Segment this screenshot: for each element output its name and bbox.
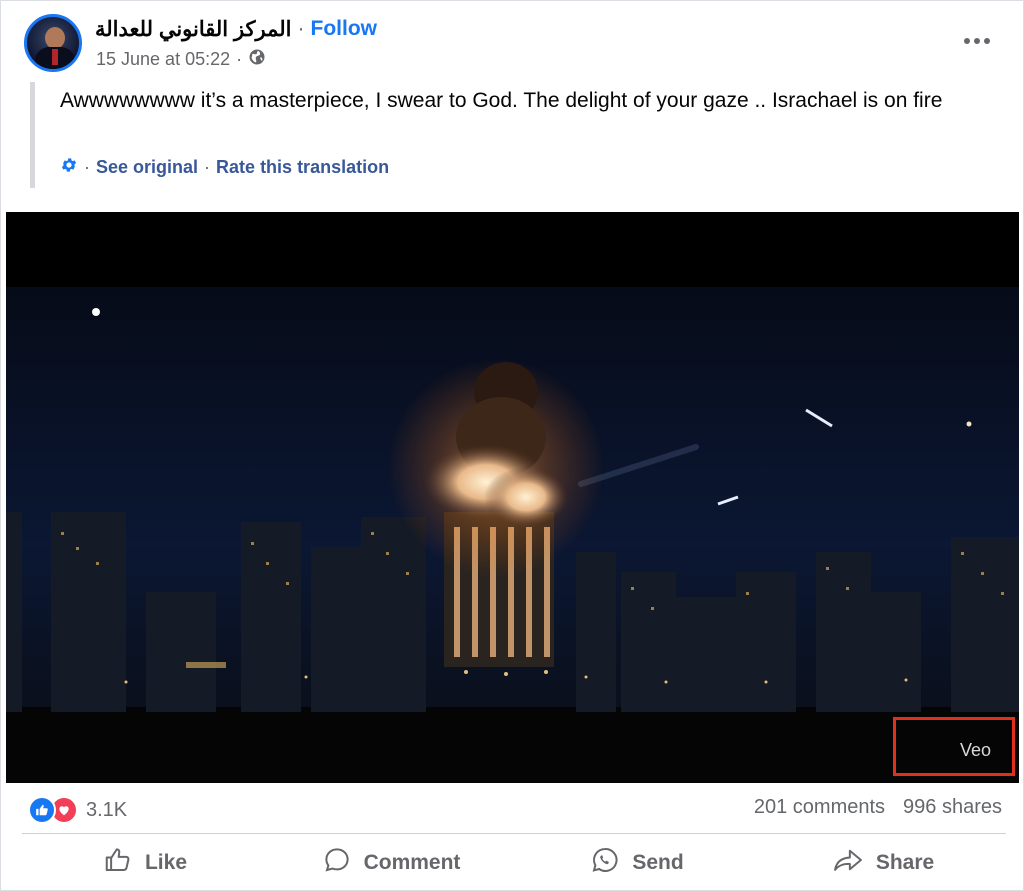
translation-separator: ·	[204, 157, 211, 177]
avatar-tie	[52, 49, 58, 65]
rate-translation-link[interactable]: Rate this translation	[216, 157, 389, 178]
post-header: المركز القانوني للعدالة · Follow	[95, 16, 377, 42]
comments-count-link[interactable]: 201 comments	[754, 796, 885, 819]
meta-separator: ·	[236, 49, 243, 69]
avatar-face	[45, 27, 65, 49]
see-original-link[interactable]: See original	[96, 157, 198, 178]
translation-row: · See original · Rate this translation	[60, 156, 389, 179]
globe-icon[interactable]	[248, 48, 266, 71]
more-options-icon[interactable]	[962, 30, 992, 52]
page-name-link[interactable]: المركز القانوني للعدالة	[95, 17, 292, 42]
send-label: Send	[632, 851, 684, 874]
like-reaction-icon	[28, 796, 56, 824]
post-text: Awwwwwwww it’s a masterpiece, I swear to…	[60, 89, 943, 112]
share-label: Share	[875, 851, 935, 874]
action-bar: Like Comment Send Share	[22, 840, 1006, 886]
share-button[interactable]: Share	[760, 840, 1006, 886]
video-frame	[6, 212, 1019, 783]
send-button[interactable]: Send	[514, 840, 760, 886]
engagement-stats: 201 comments 996 shares	[754, 796, 1002, 819]
translation-separator: ·	[84, 157, 90, 177]
messenger-send-icon	[590, 845, 620, 881]
reaction-count: 3.1K	[86, 798, 128, 821]
like-label: Like	[144, 851, 188, 874]
action-divider	[22, 833, 1006, 834]
comment-button[interactable]: Comment	[268, 840, 514, 886]
shares-count-link[interactable]: 996 shares	[903, 796, 1002, 819]
page-avatar[interactable]	[24, 14, 82, 72]
video-player[interactable]	[6, 212, 1019, 783]
post-timestamp[interactable]: 15 June at 05:22	[96, 49, 230, 70]
follow-button[interactable]: Follow	[311, 17, 378, 41]
header-separator: ·	[297, 17, 305, 40]
gear-icon[interactable]	[60, 156, 78, 179]
comment-bubble-icon	[322, 845, 352, 881]
reactions-summary[interactable]: 3.1K	[28, 796, 127, 824]
highlight-box	[893, 717, 1015, 776]
post-meta: 15 June at 05:22 ·	[96, 48, 266, 71]
thumbs-up-icon	[103, 845, 133, 881]
meteor-light	[92, 308, 100, 316]
translation-quote-bar	[30, 82, 35, 188]
share-arrow-icon	[832, 845, 864, 881]
comment-label: Comment	[363, 851, 461, 874]
like-button[interactable]: Like	[22, 840, 268, 886]
